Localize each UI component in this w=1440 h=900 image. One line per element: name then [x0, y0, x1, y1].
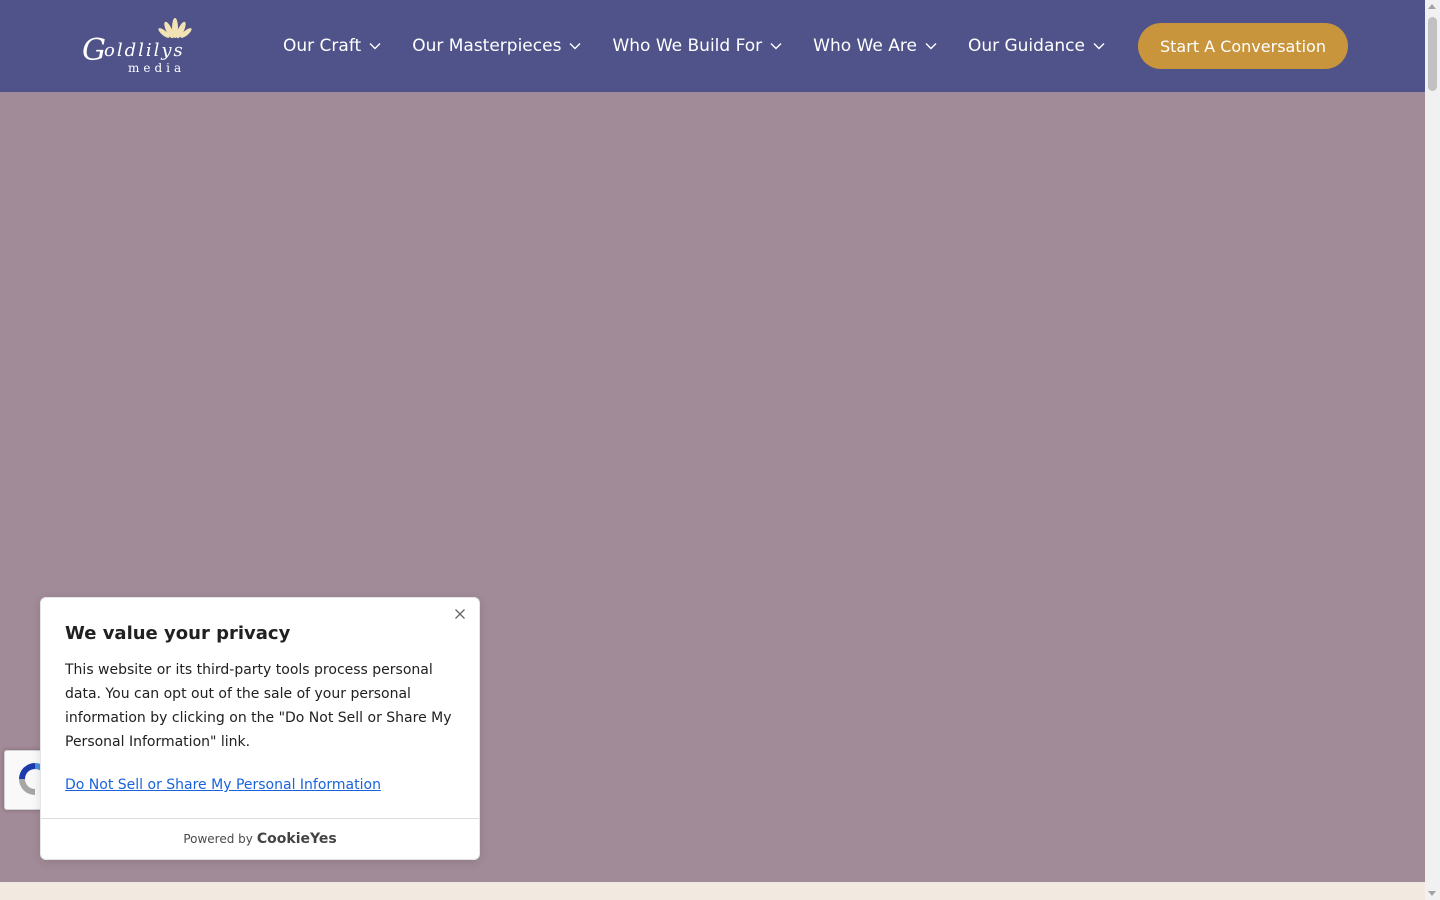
- svg-text:media: media: [128, 61, 185, 75]
- cookie-description: This website or its third-party tools pr…: [65, 662, 452, 750]
- nav-label: Our Guidance: [967, 36, 1085, 56]
- scroll-down-arrow-icon[interactable]: [1428, 891, 1436, 896]
- page-scrollbar[interactable]: [1425, 0, 1440, 900]
- lotus-logo-icon: G oldlilys media: [82, 18, 192, 75]
- nav-label: Who We Are: [813, 36, 917, 56]
- cookie-title: We value your privacy: [65, 623, 291, 644]
- powered-by-label: Powered by: [183, 832, 253, 846]
- cookieyes-logo[interactable]: CookieYes: [257, 831, 337, 847]
- chevron-down-icon: [369, 43, 381, 50]
- site-logo[interactable]: G oldlilys media: [80, 14, 220, 78]
- do-not-sell-link[interactable]: Do Not Sell or Share My Personal Informa…: [65, 777, 381, 793]
- main-nav: Our Craft Our Masterpieces Who We Build …: [283, 0, 1136, 92]
- svg-text:G: G: [82, 33, 106, 68]
- svg-text:oldlilys: oldlilys: [104, 40, 185, 61]
- chevron-down-icon: [770, 43, 782, 50]
- scrollbar-thumb[interactable]: [1428, 17, 1437, 91]
- nav-our-craft[interactable]: Our Craft: [283, 36, 381, 56]
- nav-label: Our Craft: [283, 36, 362, 56]
- site-header: G oldlilys media Our Craft Our Masterpie…: [0, 0, 1425, 92]
- section-strip: [0, 882, 1425, 900]
- scroll-up-arrow-icon[interactable]: [1428, 4, 1436, 9]
- close-icon[interactable]: [452, 606, 468, 622]
- chevron-down-icon: [925, 43, 937, 50]
- cookie-consent-dialog: We value your privacy This website or it…: [40, 597, 480, 860]
- nav-who-we-are[interactable]: Who We Are: [813, 36, 937, 56]
- cookie-footer: Powered by CookieYes: [41, 818, 479, 859]
- start-conversation-button[interactable]: Start A Conversation: [1138, 23, 1348, 69]
- nav-label: Who We Build For: [612, 36, 763, 56]
- nav-label: Our Masterpieces: [412, 36, 562, 56]
- nav-our-guidance[interactable]: Our Guidance: [968, 36, 1105, 56]
- nav-our-masterpieces[interactable]: Our Masterpieces: [412, 36, 581, 56]
- nav-who-we-build-for[interactable]: Who We Build For: [612, 36, 782, 56]
- chevron-down-icon: [1093, 43, 1105, 50]
- chevron-down-icon: [569, 43, 581, 50]
